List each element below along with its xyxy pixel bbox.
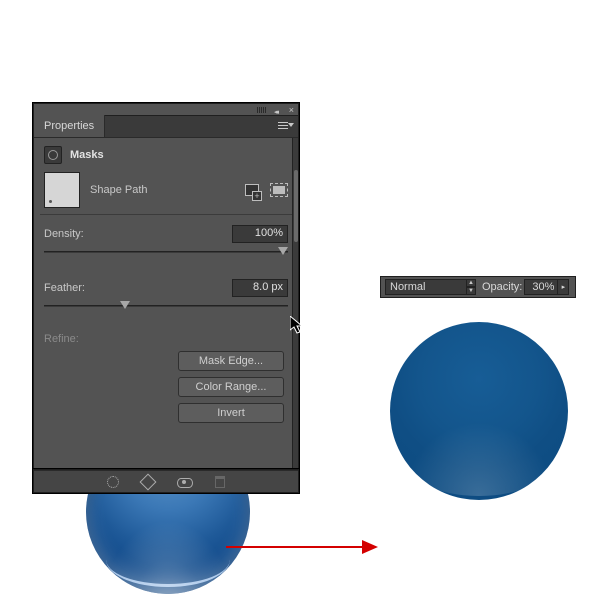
divider	[40, 214, 292, 215]
apply-mask-icon[interactable]	[141, 475, 155, 489]
blend-mode-stepper[interactable]: ▲ ▼	[466, 279, 476, 295]
panel-body: Masks Shape Path Density: 100% Feather:	[34, 138, 298, 470]
panel-footer	[34, 470, 298, 492]
panel-menu-icon[interactable]	[278, 120, 292, 132]
opacity-flyout-icon[interactable]: ▸	[557, 279, 569, 295]
blend-opacity-toolbar: Normal ▲ ▼ Opacity: 30% ▸	[380, 276, 576, 298]
chevron-down-icon[interactable]: ▼	[466, 287, 476, 295]
sphere-highlight	[106, 532, 231, 588]
color-range-button[interactable]: Color Range...	[178, 377, 284, 397]
opacity-value[interactable]: 30%	[524, 279, 558, 295]
sphere-preview-right	[390, 322, 568, 500]
add-mask-icon[interactable]	[244, 183, 260, 197]
mask-kind-label: Shape Path	[90, 184, 234, 196]
panel-grip[interactable]	[257, 107, 266, 113]
opacity-label: Opacity:	[482, 281, 522, 293]
panel-scrollbar[interactable]	[292, 138, 298, 470]
mask-thumbnail[interactable]	[44, 172, 80, 208]
arrow-indicator	[226, 540, 378, 554]
masks-section-title: Masks	[70, 149, 104, 161]
invert-button[interactable]: Invert	[178, 403, 284, 423]
feather-slider[interactable]	[44, 301, 288, 315]
blend-mode-select[interactable]: Normal	[385, 279, 467, 295]
delete-mask-icon[interactable]	[215, 476, 225, 488]
panel-scroll-thumb[interactable]	[294, 170, 298, 242]
chevron-up-icon[interactable]: ▲	[466, 279, 476, 287]
properties-panel: × Properties Masks Shape Path Density: 1…	[34, 104, 298, 492]
select-pixel-mask-icon[interactable]	[270, 183, 288, 197]
feather-label: Feather:	[44, 282, 85, 294]
toggle-mask-visibility-icon[interactable]	[177, 475, 191, 489]
feather-value[interactable]: 8.0 px	[232, 279, 288, 297]
refine-label: Refine:	[44, 333, 288, 345]
load-selection-icon[interactable]	[107, 476, 119, 488]
feather-control: Feather: 8.0 px	[44, 279, 288, 315]
density-label: Density:	[44, 228, 84, 240]
collapse-panel-icon[interactable]	[274, 105, 282, 113]
tab-properties[interactable]: Properties	[34, 115, 105, 137]
close-icon[interactable]: ×	[289, 105, 294, 115]
density-value[interactable]: 100%	[232, 225, 288, 243]
masks-section-icon	[44, 146, 62, 164]
blend-mode-value: Normal	[390, 281, 425, 293]
mask-edge-button[interactable]: Mask Edge...	[178, 351, 284, 371]
panel-tabbar: Properties	[34, 116, 298, 138]
density-control: Density: 100%	[44, 225, 288, 261]
density-slider[interactable]	[44, 247, 288, 261]
